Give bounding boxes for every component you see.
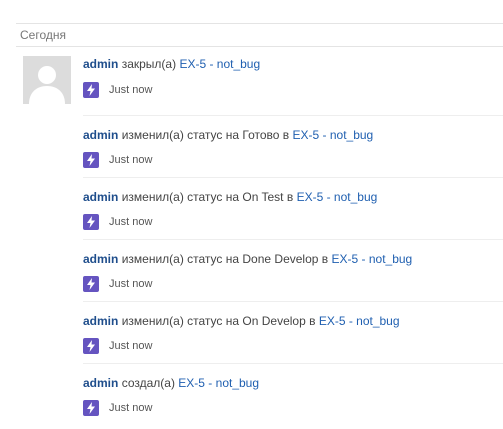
issue-link[interactable]: EX-5 - not_bug	[178, 376, 259, 390]
lightning-icon	[83, 400, 99, 416]
activity-timestamp: Just now	[109, 402, 153, 414]
user-link[interactable]: admin	[83, 252, 118, 266]
issue-link[interactable]: EX-5 - not_bug	[179, 57, 260, 71]
activity-entry: admin изменил(а) статус на Готово в EX-5…	[83, 116, 503, 178]
activity-text: admin изменил(а) статус на On Test в EX-…	[83, 189, 377, 205]
issue-link[interactable]: EX-5 - not_bug	[332, 252, 413, 266]
lightning-icon	[83, 214, 99, 230]
issue-link[interactable]: EX-5 - not_bug	[319, 314, 400, 328]
activity-text: admin изменил(а) статус на Done Develop …	[83, 251, 412, 267]
activity-meta: Just now	[83, 82, 152, 98]
activity-text: admin создал(а) EX-5 - not_bug	[83, 375, 259, 391]
activity-meta: Just now	[83, 400, 152, 416]
lightning-icon	[83, 152, 99, 168]
default-user-icon	[23, 56, 71, 104]
user-link[interactable]: admin	[83, 57, 118, 71]
activity-meta: Just now	[83, 152, 152, 168]
issue-link[interactable]: EX-5 - not_bug	[297, 190, 378, 204]
user-link[interactable]: admin	[83, 314, 118, 328]
user-link[interactable]: admin	[83, 190, 118, 204]
avatar[interactable]	[23, 56, 71, 104]
top-divider	[16, 23, 503, 24]
activity-feed: admin закрыл(а) EX-5 - not_bug Just now …	[83, 46, 503, 426]
activity-action: изменил(а) статус на Done Develop в	[121, 252, 329, 266]
activity-meta: Just now	[83, 338, 152, 354]
issue-link[interactable]: EX-5 - not_bug	[293, 128, 374, 142]
user-link[interactable]: admin	[83, 128, 118, 142]
lightning-icon	[83, 338, 99, 354]
activity-entry: admin закрыл(а) EX-5 - not_bug Just now	[83, 46, 503, 116]
activity-action: создал(а)	[121, 376, 175, 390]
activity-text: admin закрыл(а) EX-5 - not_bug	[83, 56, 260, 72]
activity-entry: admin изменил(а) статус на On Develop в …	[83, 302, 503, 364]
activity-action: закрыл(а)	[121, 57, 177, 71]
activity-timestamp: Just now	[109, 84, 153, 96]
activity-action: изменил(а) статус на On Test в	[121, 190, 294, 204]
activity-meta: Just now	[83, 276, 152, 292]
activity-action: изменил(а) статус на On Develop в	[121, 314, 316, 328]
activity-timestamp: Just now	[109, 278, 153, 290]
activity-action: изменил(а) статус на Готово в	[121, 128, 290, 142]
date-group-heading: Сегодня	[20, 28, 66, 42]
activity-entry: admin создал(а) EX-5 - not_bug Just now	[83, 364, 503, 426]
user-link[interactable]: admin	[83, 376, 118, 390]
activity-meta: Just now	[83, 214, 152, 230]
activity-text: admin изменил(а) статус на Готово в EX-5…	[83, 127, 373, 143]
activity-entry: admin изменил(а) статус на On Test в EX-…	[83, 178, 503, 240]
lightning-icon	[83, 82, 99, 98]
activity-timestamp: Just now	[109, 216, 153, 228]
activity-timestamp: Just now	[109, 154, 153, 166]
activity-timestamp: Just now	[109, 340, 153, 352]
lightning-icon	[83, 276, 99, 292]
activity-text: admin изменил(а) статус на On Develop в …	[83, 313, 400, 329]
activity-entry: admin изменил(а) статус на Done Develop …	[83, 240, 503, 302]
